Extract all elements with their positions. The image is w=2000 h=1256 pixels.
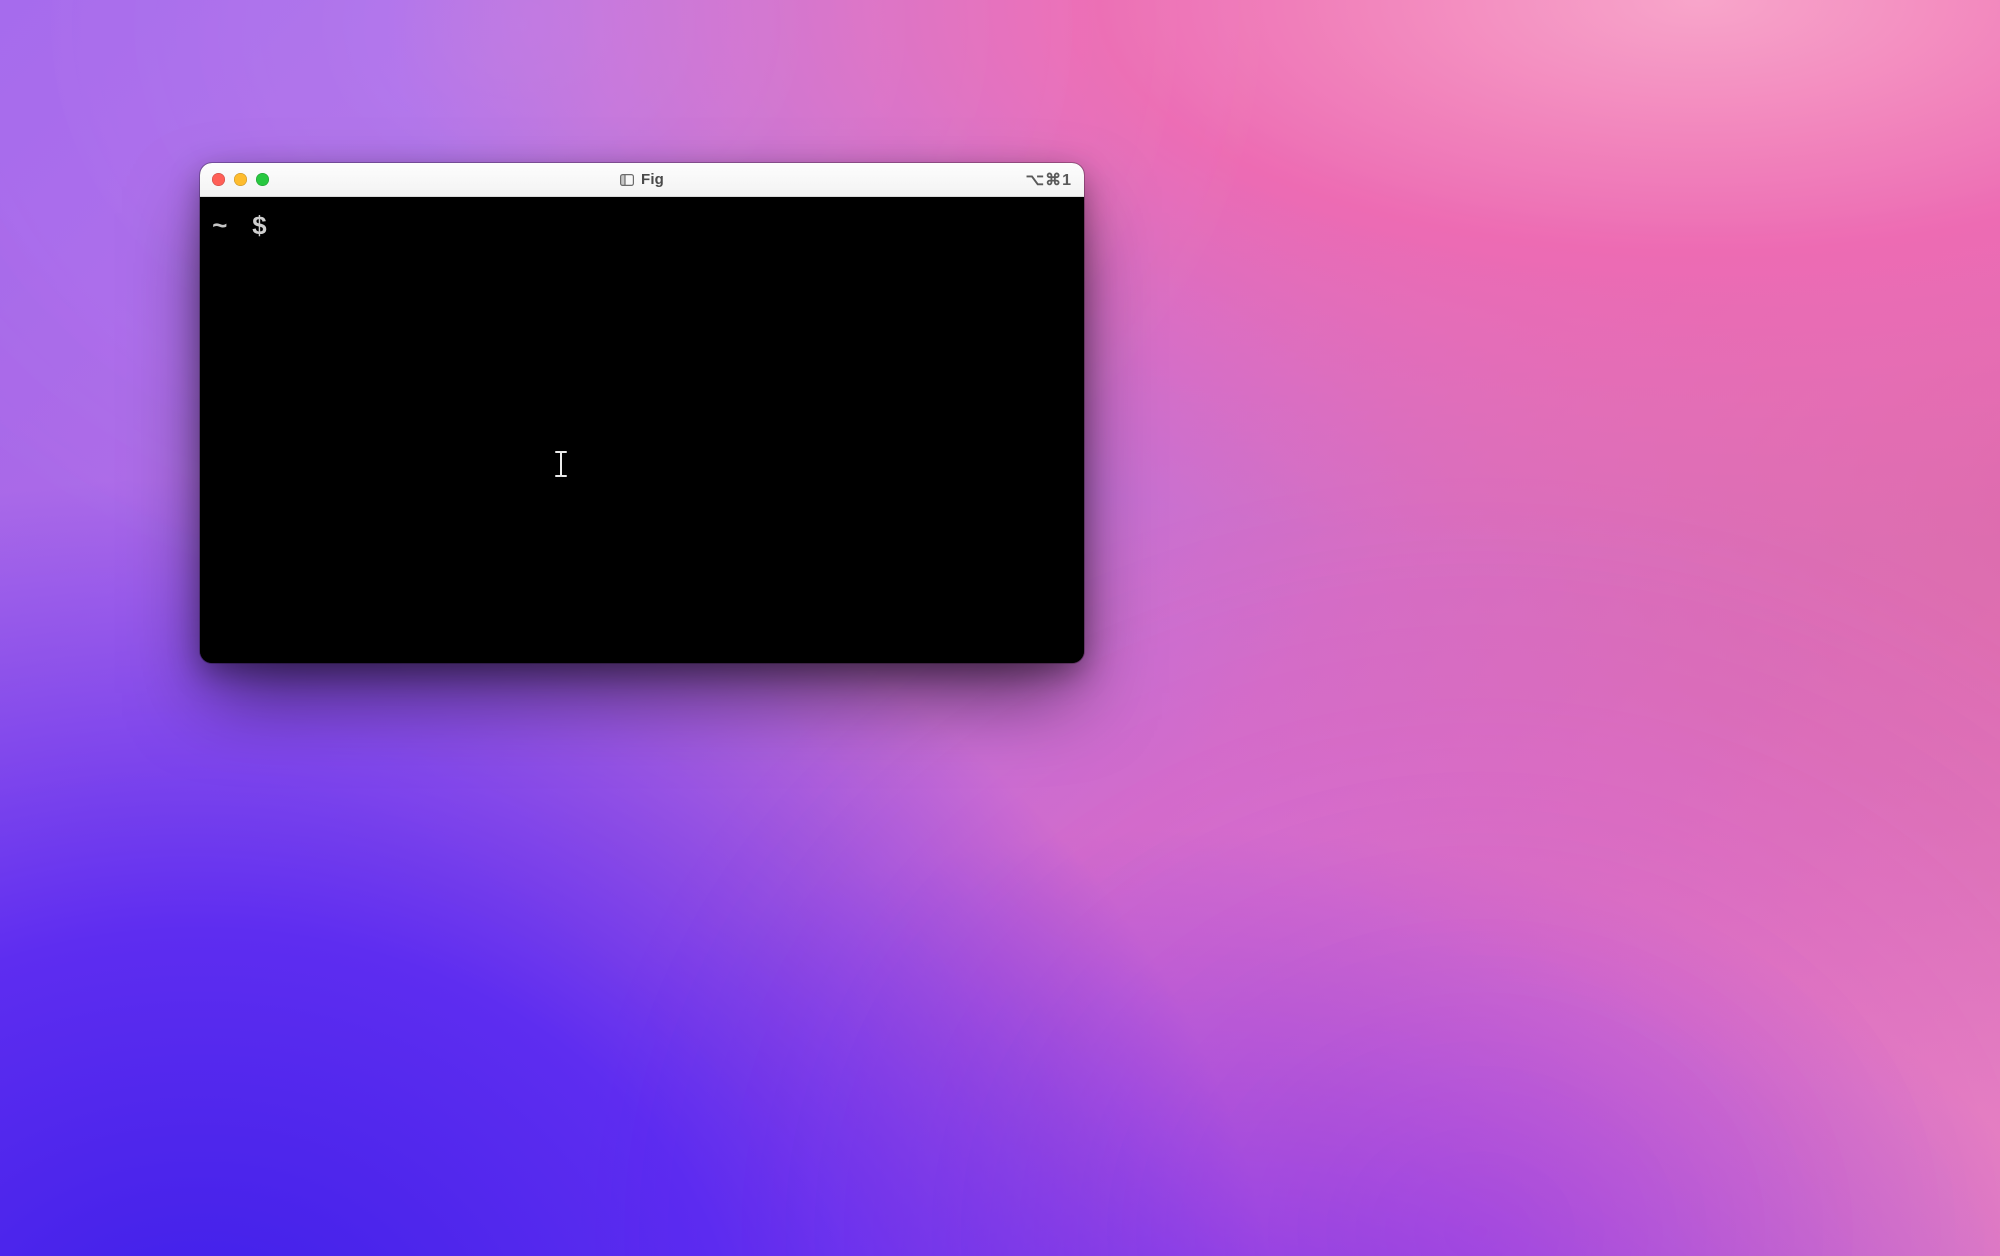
window-title-text: Fig xyxy=(641,171,664,188)
prompt-symbol: $ xyxy=(252,211,268,244)
shortcut-hint: ⌥⌘1 xyxy=(1026,170,1072,190)
sidebar-icon xyxy=(620,174,634,186)
minimize-button[interactable] xyxy=(234,173,247,186)
terminal-window: Fig ⌥⌘1 ~ $ xyxy=(200,163,1084,663)
text-cursor-icon xyxy=(554,451,568,477)
terminal-body[interactable]: ~ $ xyxy=(200,197,1084,663)
titlebar[interactable]: Fig ⌥⌘1 xyxy=(200,163,1084,197)
zoom-button[interactable] xyxy=(256,173,269,186)
close-button[interactable] xyxy=(212,173,225,186)
traffic-lights xyxy=(212,173,269,186)
prompt-path: ~ xyxy=(212,211,228,244)
command-input[interactable] xyxy=(291,211,1072,244)
prompt-line: ~ $ xyxy=(212,211,1072,244)
window-title: Fig xyxy=(200,171,1084,188)
